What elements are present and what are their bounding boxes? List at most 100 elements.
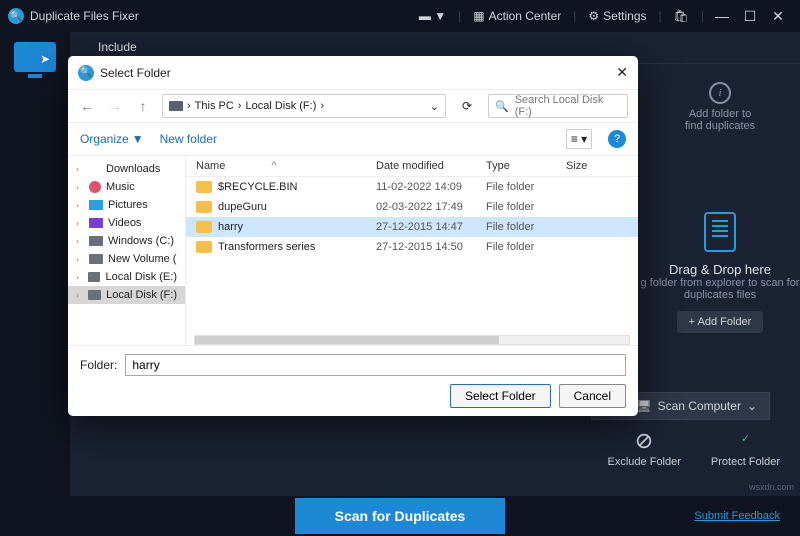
add-folder-button[interactable]: + Add Folder bbox=[677, 311, 764, 333]
tree-node[interactable]: › Local Disk (F:) bbox=[68, 286, 185, 304]
exclude-folder-button[interactable]: Exclude Folder bbox=[608, 432, 681, 468]
close-button[interactable]: ✕ bbox=[764, 8, 792, 25]
nav-back-button[interactable]: ← bbox=[78, 98, 96, 114]
dk-icon bbox=[88, 272, 100, 282]
col-date[interactable]: Date modified bbox=[376, 160, 486, 172]
select-folder-button[interactable]: Select Folder bbox=[450, 384, 551, 408]
tree-label: Local Disk (E:) bbox=[105, 271, 177, 283]
file-type: File folder bbox=[486, 221, 566, 233]
refresh-button[interactable]: ⟳ bbox=[456, 99, 478, 113]
dropzone-sub1: g folder from explorer to scan for bbox=[640, 277, 800, 289]
monitor-small-icon: 🖥 bbox=[636, 399, 651, 413]
folder-icon bbox=[196, 221, 212, 233]
file-name: $RECYCLE.BIN bbox=[218, 181, 297, 193]
folder-tree[interactable]: ›Downloads›Music›Pictures›Videos›Windows… bbox=[68, 156, 186, 345]
chevron-right-icon: › bbox=[76, 164, 84, 174]
vd-icon bbox=[89, 218, 103, 228]
tree-node[interactable]: ›Videos bbox=[68, 214, 185, 232]
dropzone[interactable]: Drag & Drop here g folder from explorer … bbox=[640, 212, 800, 333]
folder-label: Folder: bbox=[80, 358, 117, 372]
file-name: harry bbox=[218, 221, 243, 233]
folder-name-input[interactable] bbox=[125, 354, 626, 376]
breadcrumb-thispc[interactable]: This PC bbox=[195, 100, 234, 112]
chevron-right-icon: › bbox=[76, 254, 84, 264]
file-row[interactable]: dupeGuru02-03-2022 17:49File folder bbox=[186, 197, 638, 217]
file-type: File folder bbox=[486, 181, 566, 193]
chevron-right-icon: › bbox=[320, 100, 324, 112]
search-input[interactable]: 🔍 Search Local Disk (F:) bbox=[488, 94, 628, 118]
tree-label: Local Disk (F:) bbox=[106, 289, 177, 301]
tree-label: Pictures bbox=[108, 199, 148, 211]
new-folder-button[interactable]: New folder bbox=[160, 132, 217, 146]
submit-feedback-link[interactable]: Submit Feedback bbox=[694, 510, 780, 522]
tree-node[interactable]: ›Music bbox=[68, 178, 185, 196]
scan-for-duplicates-button[interactable]: Scan for Duplicates bbox=[295, 498, 506, 534]
tree-label: Videos bbox=[108, 217, 141, 229]
dk-icon bbox=[89, 236, 103, 246]
exclude-icon bbox=[635, 432, 653, 450]
document-icon bbox=[704, 212, 736, 252]
footer: Scan for Duplicates Submit Feedback bbox=[0, 496, 800, 536]
watermark: wsxdn.com bbox=[749, 482, 794, 492]
minimize-button[interactable]: — bbox=[708, 8, 736, 24]
horizontal-scrollbar[interactable] bbox=[194, 335, 630, 345]
protect-label: Protect Folder bbox=[711, 456, 780, 468]
locale-flag[interactable]: ▬ ▼ bbox=[419, 9, 446, 23]
info-line2: find duplicates bbox=[640, 120, 800, 132]
organize-menu[interactable]: Organize ▼ bbox=[80, 132, 144, 146]
chevron-right-icon: › bbox=[76, 236, 84, 246]
folder-icon bbox=[196, 181, 212, 193]
tree-node[interactable]: › Downloads bbox=[68, 160, 185, 178]
action-center-label: Action Center bbox=[489, 9, 562, 23]
tree-node[interactable]: › Local Disk (E:) bbox=[68, 268, 185, 286]
tree-label: New Volume ( bbox=[108, 253, 176, 265]
col-size[interactable]: Size bbox=[566, 160, 628, 172]
pc-icon bbox=[89, 200, 103, 210]
disk-icon bbox=[169, 101, 183, 111]
maximize-button[interactable]: ☐ bbox=[736, 8, 764, 25]
help-button[interactable]: ? bbox=[608, 130, 626, 148]
dialog-close-button[interactable]: ✕ bbox=[616, 64, 628, 81]
col-name[interactable]: Name bbox=[196, 160, 225, 172]
chevron-right-icon: › bbox=[238, 100, 242, 112]
organize-label: Organize bbox=[80, 132, 129, 146]
dialog-title: Select Folder bbox=[100, 66, 171, 80]
file-list: Name^ Date modified Type Size $RECYCLE.B… bbox=[186, 156, 638, 345]
dk-icon bbox=[89, 254, 103, 264]
col-type[interactable]: Type bbox=[486, 160, 566, 172]
file-row[interactable]: harry 27-12-2015 14:47File folder bbox=[186, 217, 638, 237]
file-date: 27-12-2015 14:47 bbox=[376, 221, 486, 233]
chevron-right-icon: › bbox=[76, 290, 83, 300]
tree-node[interactable]: ›Pictures bbox=[68, 196, 185, 214]
settings-link[interactable]: ⚙ Settings bbox=[588, 9, 646, 23]
mc-icon bbox=[89, 181, 101, 193]
file-date: 27-12-2015 14:50 bbox=[376, 241, 486, 253]
app-logo-icon: 🔍 bbox=[8, 8, 24, 24]
tree-node[interactable]: › New Volume ( bbox=[68, 250, 185, 268]
chevron-right-icon: › bbox=[76, 272, 83, 282]
dropzone-title: Drag & Drop here bbox=[640, 262, 800, 277]
tree-label: Downloads bbox=[106, 163, 160, 175]
info-icon: i bbox=[709, 82, 731, 104]
view-options-button[interactable]: ≡ ▾ bbox=[566, 129, 592, 149]
file-date: 02-03-2022 17:49 bbox=[376, 201, 486, 213]
cart-icon[interactable]: 🛍 bbox=[674, 9, 689, 23]
app-title: Duplicate Files Fixer bbox=[30, 9, 139, 23]
file-row[interactable]: $RECYCLE.BIN 11-02-2022 14:09File folder bbox=[186, 177, 638, 197]
file-date: 11-02-2022 14:09 bbox=[376, 181, 486, 193]
breadcrumb-disk[interactable]: Local Disk (F:) bbox=[245, 100, 316, 112]
tree-node[interactable]: ›Windows (C:) bbox=[68, 232, 185, 250]
file-row[interactable]: Transformers series27-12-2015 14:50File … bbox=[186, 237, 638, 257]
protect-folder-button[interactable]: ✓ Protect Folder bbox=[711, 432, 780, 468]
nav-up-button[interactable]: ↑ bbox=[134, 98, 152, 114]
nav-forward-button[interactable]: → bbox=[106, 98, 124, 114]
scrollbar-thumb[interactable] bbox=[195, 336, 499, 344]
exclude-label: Exclude Folder bbox=[608, 456, 681, 468]
breadcrumb[interactable]: › This PC › Local Disk (F:) › ⌄ bbox=[162, 94, 446, 118]
chevron-down-icon: ⌄ bbox=[747, 399, 757, 413]
cancel-button[interactable]: Cancel bbox=[559, 384, 626, 408]
file-list-header[interactable]: Name^ Date modified Type Size bbox=[186, 156, 638, 177]
folder-icon bbox=[196, 201, 212, 213]
action-center-link[interactable]: ▦ Action Center bbox=[473, 9, 561, 23]
chevron-down-icon[interactable]: ⌄ bbox=[430, 100, 439, 113]
